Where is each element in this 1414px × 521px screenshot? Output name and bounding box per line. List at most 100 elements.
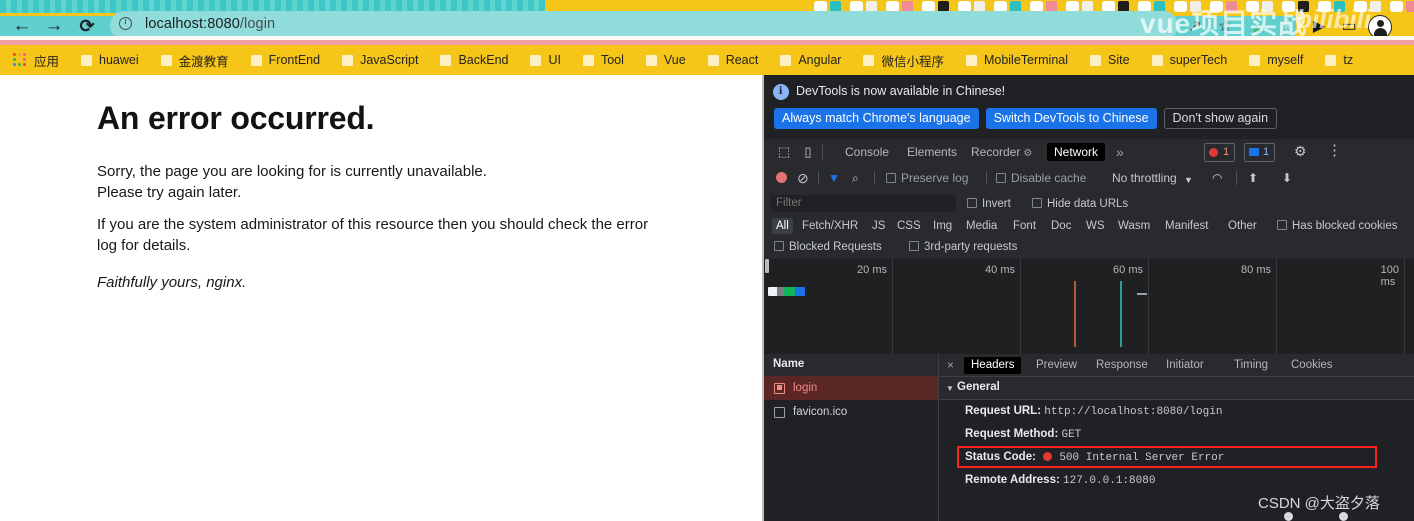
network-conditions-icon[interactable]: ◠ (1212, 170, 1222, 186)
type-filter-js[interactable]: JS (868, 218, 889, 234)
header-request-url: Request URL: http://localhost:8080/login (965, 405, 1222, 418)
tab-preview[interactable]: Preview (1029, 357, 1084, 374)
type-filter-media[interactable]: Media (962, 218, 1001, 234)
kebab-menu-icon[interactable]: ⋮ (1327, 141, 1342, 159)
type-filter-ws[interactable]: WS (1082, 218, 1109, 234)
folder-icon (342, 54, 354, 66)
tab-network[interactable]: Network (1047, 143, 1106, 161)
reload-button[interactable]: ⟳ (75, 14, 99, 38)
record-button[interactable] (776, 172, 787, 183)
type-filter-wasm[interactable]: Wasm (1114, 218, 1154, 234)
request-name: favicon.ico (793, 406, 848, 418)
tab-elements[interactable]: Elements (900, 143, 964, 161)
gear-icon[interactable]: ⚙ (1294, 143, 1307, 160)
type-filter-all[interactable]: All (772, 218, 793, 234)
type-filter-css[interactable]: CSS (893, 218, 925, 234)
filter-input[interactable] (771, 195, 956, 212)
network-overview-timeline[interactable]: 20 ms 40 ms 60 ms 80 ms 100 ms (764, 259, 1414, 355)
checkbox (967, 198, 977, 208)
divider (874, 171, 875, 185)
tab-console[interactable]: Console (838, 143, 896, 161)
bookmark-item[interactable]: 微信小程序 (863, 51, 966, 70)
chevron-down-icon[interactable]: ▼ (1184, 172, 1193, 188)
close-icon[interactable]: × (947, 358, 954, 372)
bookmark-item[interactable]: FrontEnd (250, 53, 342, 67)
tab-response[interactable]: Response (1089, 357, 1155, 374)
site-info-icon[interactable] (119, 16, 132, 30)
bookmark-item[interactable]: JavaScript (342, 53, 440, 67)
timeline-tick-label: 20 ms (857, 264, 887, 276)
request-row-favicon[interactable]: favicon.ico (764, 400, 938, 424)
switch-to-chinese-button[interactable]: Switch DevTools to Chinese (985, 108, 1157, 129)
type-filter-manifest[interactable]: Manifest (1161, 218, 1212, 234)
folder-icon (160, 54, 172, 66)
filter-icon[interactable]: ▼ (828, 170, 840, 186)
bookmark-item[interactable]: UI (530, 53, 583, 67)
theme-sticker-icon (1314, 0, 1350, 13)
type-filter-doc[interactable]: Doc (1047, 218, 1075, 234)
bookmark-item[interactable]: Vue (645, 53, 708, 67)
bookmark-item[interactable]: Angular (780, 53, 863, 67)
type-filter-fetchxhr[interactable]: Fetch/XHR (798, 218, 862, 234)
bookmark-item[interactable]: React (707, 53, 781, 67)
invert-label: Invert (982, 198, 1011, 210)
bookmark-item[interactable]: MobileTerminal (965, 53, 1090, 67)
type-filter-font[interactable]: Font (1009, 218, 1040, 234)
invert-checkbox[interactable]: Invert (967, 197, 1011, 211)
request-row-login[interactable]: login (764, 376, 938, 400)
request-name: login (793, 382, 818, 394)
bookmark-item[interactable]: huawei (81, 53, 161, 67)
folder-icon (1090, 54, 1102, 66)
overview-range-handle[interactable] (765, 259, 769, 273)
message-count-badge[interactable]: 1 (1244, 143, 1276, 162)
bookmark-item[interactable]: 金渡教育 (160, 51, 251, 70)
has-blocked-cookies-checkbox[interactable]: Has blocked cookies (1277, 220, 1397, 232)
third-party-requests-checkbox[interactable]: 3rd-party requests (909, 241, 1017, 253)
timeline-tick-label: 40 ms (985, 264, 1015, 276)
device-toolbar-icon[interactable]: ▯ (798, 143, 818, 161)
bookmark-item[interactable]: myself (1249, 53, 1325, 67)
theme-sticker-icon (1278, 0, 1314, 13)
type-filter-img[interactable]: Img (929, 218, 956, 234)
bookmark-item[interactable]: tz (1325, 53, 1375, 67)
error-count-badge[interactable]: 1 (1204, 143, 1236, 162)
checkbox (774, 241, 784, 251)
dont-show-again-button[interactable]: Don't show again (1163, 108, 1278, 129)
bookmark-item[interactable]: Site (1090, 53, 1152, 67)
search-icon[interactable]: ⌕ (852, 170, 859, 186)
inspect-element-icon[interactable]: ⬚ (774, 143, 794, 161)
blocked-requests-checkbox[interactable]: Blocked Requests (774, 241, 882, 253)
import-har-icon[interactable]: ⬆ (1248, 170, 1258, 186)
preserve-log-checkbox[interactable]: Preserve log (886, 170, 968, 186)
tab-cookies[interactable]: Cookies (1284, 357, 1340, 374)
throttling-select[interactable]: No throttling (1112, 170, 1177, 186)
forward-button[interactable]: → (42, 14, 66, 38)
general-section-header[interactable]: ▼ General (939, 377, 1414, 400)
always-match-language-button[interactable]: Always match Chrome's language (774, 108, 979, 129)
address-bar-text: localhost:8080/login (145, 16, 275, 32)
tab-initiator[interactable]: Initiator (1159, 357, 1211, 374)
bookmark-label: huawei (99, 53, 139, 67)
clear-icon[interactable]: ⊘ (797, 170, 809, 186)
hide-data-urls-label: Hide data URLs (1047, 198, 1129, 210)
export-har-icon[interactable]: ⬇ (1282, 170, 1292, 186)
bookmark-item[interactable]: superTech (1151, 53, 1250, 67)
folder-icon (250, 54, 262, 66)
tab-headers[interactable]: Headers (964, 357, 1022, 374)
chevron-down-icon: ▼ (946, 384, 954, 393)
tab-recorder[interactable]: Recorder ⚙ (964, 143, 1039, 161)
bookmark-label: MobileTerminal (983, 53, 1069, 67)
tab-timing[interactable]: Timing (1227, 357, 1275, 374)
apps-grid-icon[interactable] (13, 53, 27, 67)
hide-data-urls-checkbox[interactable]: Hide data URLs (1032, 197, 1128, 211)
header-key: Request Method: (965, 428, 1059, 440)
bookmark-item[interactable]: BackEnd (440, 53, 530, 67)
network-toolbar: ⊘ ▼ ⌕ Preserve log Disable cache No thro… (764, 165, 1414, 192)
checkbox (886, 173, 896, 183)
disable-cache-checkbox[interactable]: Disable cache (996, 170, 1086, 186)
bookmark-apps[interactable]: 应用 (34, 51, 81, 70)
type-filter-other[interactable]: Other (1224, 218, 1261, 234)
more-tabs-icon[interactable]: » (1109, 143, 1131, 161)
back-button[interactable]: ← (10, 14, 34, 38)
bookmark-item[interactable]: Tool (582, 53, 646, 67)
